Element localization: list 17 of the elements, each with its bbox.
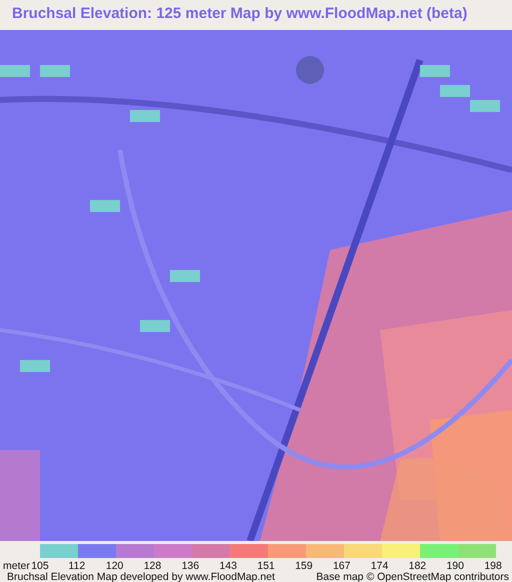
legend-unit: meter [3, 560, 29, 572]
legend-label: 174 [370, 560, 390, 572]
legend-label: 167 [332, 560, 352, 572]
legend-label: 198 [483, 560, 503, 572]
legend-label: 182 [408, 560, 428, 572]
credit-text: Bruchsal Elevation Map developed by www.FloodMap.net [7, 572, 275, 582]
legend-label: 151 [256, 560, 276, 572]
legend-label: 190 [445, 560, 465, 572]
legend-label: 120 [104, 560, 124, 572]
legend-label: 136 [180, 560, 200, 572]
map-title: Bruchsal Elevation: 125 meter Map by www.FloodMap.net (beta) [11, 4, 468, 24]
legend-label: 128 [142, 560, 162, 572]
legend-label: 112 [67, 560, 86, 572]
legend-label: 143 [218, 560, 238, 572]
attribution-text: Base map © OpenStreetMap contributors [316, 572, 509, 582]
legend-label: 105 [30, 560, 50, 572]
legend-label: 159 [294, 560, 314, 572]
